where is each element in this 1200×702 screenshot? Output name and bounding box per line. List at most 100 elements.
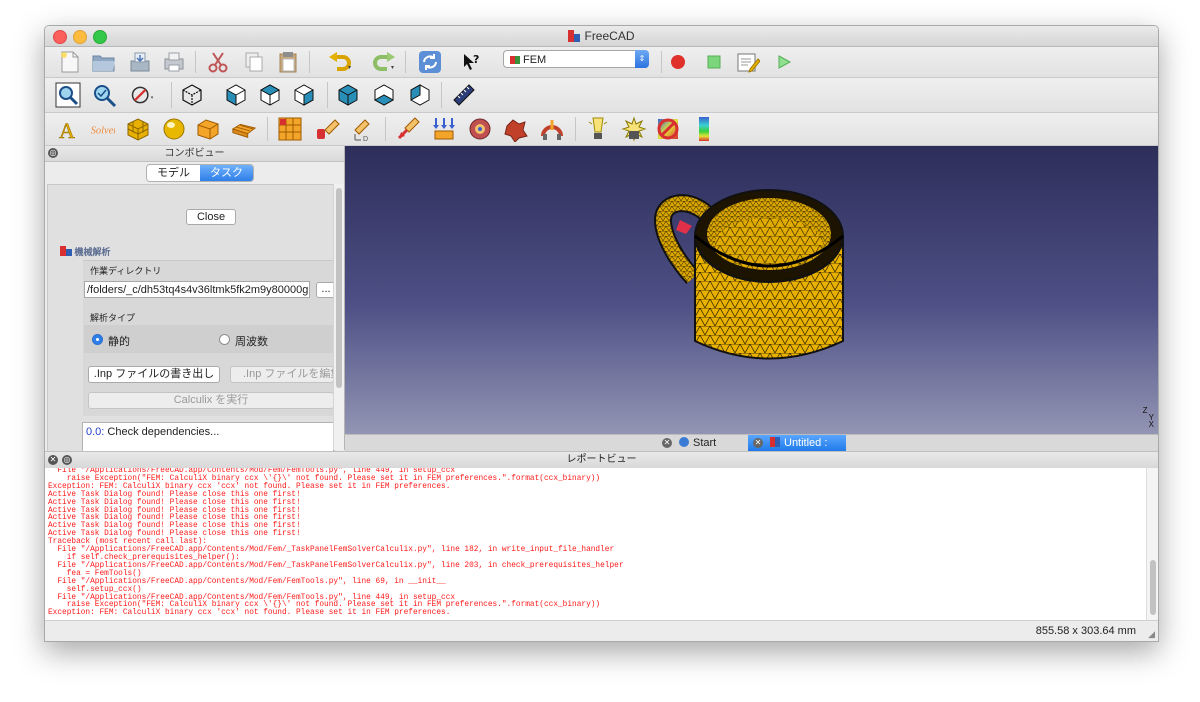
log-message: Check dependencies... bbox=[107, 426, 220, 438]
combo-view-title-bar: ◎ コンボビュー bbox=[45, 146, 344, 162]
solver-log: 0.0: Check dependencies... bbox=[82, 422, 334, 451]
view-toolbar bbox=[45, 78, 1158, 113]
shell-thickness-icon[interactable] bbox=[161, 116, 187, 142]
isometric-view-icon[interactable] bbox=[179, 82, 205, 108]
fit-selection-icon[interactable] bbox=[91, 82, 117, 108]
copy-icon[interactable] bbox=[241, 49, 267, 75]
force-constraint-icon[interactable] bbox=[315, 116, 341, 142]
refresh-icon[interactable] bbox=[417, 49, 443, 75]
window-zoom-button[interactable] bbox=[93, 30, 107, 44]
report-view[interactable]: File "/Applications/FreeCAD.app/Contents… bbox=[45, 468, 1146, 620]
report-scroll-thumb[interactable] bbox=[1150, 560, 1156, 615]
pressure-constraint-icon[interactable] bbox=[395, 116, 421, 142]
fem-mesh-mug bbox=[653, 189, 844, 360]
report-log-text: File "/Applications/FreeCAD.app/Contents… bbox=[45, 468, 1146, 618]
workbench-selector[interactable]: FEM ⇕ bbox=[503, 50, 649, 68]
mesh-from-shape-icon[interactable] bbox=[125, 116, 151, 142]
close-tab-icon[interactable]: ✕ bbox=[662, 438, 672, 448]
pulley-constraint-icon[interactable] bbox=[503, 116, 529, 142]
analysis-title: 機械解析 bbox=[74, 247, 111, 257]
write-inp-button[interactable]: .Inp ファイルの書き出し bbox=[88, 366, 220, 383]
redo-icon[interactable] bbox=[371, 49, 397, 75]
report-line: Active Task Dialog found! Please close t… bbox=[48, 530, 301, 539]
report-line: File "/Applications/FreeCAD.app/Contents… bbox=[48, 577, 446, 586]
window-minimize-button[interactable] bbox=[73, 30, 87, 44]
document-tab-bar: ✕ Start page ✕ Untitled : 1* bbox=[345, 434, 1158, 465]
tab-model[interactable]: モデル bbox=[147, 165, 200, 181]
axis-indicator: Z Y X bbox=[1143, 407, 1154, 429]
beam-section-icon[interactable] bbox=[195, 116, 221, 142]
cut-icon[interactable] bbox=[205, 49, 231, 75]
fem-analysis-icon bbox=[60, 246, 72, 256]
open-folder-icon[interactable] bbox=[91, 49, 117, 75]
freecad-document-icon bbox=[770, 437, 780, 447]
combo-view-tabs: モデル タスク bbox=[146, 164, 254, 182]
close-tab-icon[interactable]: ✕ bbox=[753, 438, 763, 448]
gear-constraint-icon[interactable] bbox=[467, 116, 493, 142]
right-view-icon[interactable] bbox=[291, 82, 317, 108]
execute-macro-icon[interactable] bbox=[771, 49, 797, 75]
run-calculix-button[interactable]: Calculix を実行 bbox=[88, 392, 334, 409]
window-close-button[interactable] bbox=[53, 30, 67, 44]
solver-icon[interactable]: Solver bbox=[89, 116, 115, 142]
chevron-updown-icon: ⇕ bbox=[635, 50, 649, 68]
static-analysis-radio[interactable] bbox=[92, 334, 103, 345]
edit-inp-button[interactable]: .Inp ファイルを編集 bbox=[230, 366, 334, 383]
tab-task[interactable]: タスク bbox=[200, 165, 253, 181]
show-result-icon[interactable] bbox=[585, 116, 611, 142]
purge-results-icon[interactable] bbox=[621, 116, 647, 142]
left-view-icon[interactable] bbox=[407, 82, 433, 108]
task-panel-scroll-thumb[interactable] bbox=[336, 188, 342, 388]
fixed-constraint-icon[interactable] bbox=[277, 116, 303, 142]
globe-icon bbox=[679, 437, 689, 447]
main-toolbar: ? FEM ⇕ bbox=[45, 47, 1158, 78]
report-view-title-bar: ✕ ◎ レポートビュー bbox=[45, 451, 1158, 469]
task-panel-scrollbar[interactable] bbox=[333, 184, 344, 450]
whats-this-icon[interactable]: ? bbox=[459, 49, 485, 75]
frequency-analysis-radio[interactable] bbox=[219, 334, 230, 345]
fit-all-icon[interactable] bbox=[55, 82, 81, 108]
combo-view-title: コンボビュー bbox=[164, 148, 225, 159]
3d-viewport[interactable]: Z Y X bbox=[345, 146, 1158, 434]
float-panel-icon[interactable]: ◎ bbox=[48, 148, 58, 158]
report-view-title: レポートビュー bbox=[566, 454, 637, 465]
svg-text:A: A bbox=[59, 118, 75, 142]
new-document-icon[interactable] bbox=[57, 49, 83, 75]
resize-grip-icon[interactable]: ◢ bbox=[1148, 629, 1155, 640]
float-panel-icon[interactable]: ◎ bbox=[62, 455, 72, 465]
static-analysis-label: 静的 bbox=[108, 336, 130, 348]
freecad-window: FreeCAD ? FEM ⇕ A Solver D ◎ コンボビュー モデル … bbox=[44, 25, 1159, 642]
bottom-view-icon[interactable] bbox=[371, 82, 397, 108]
axis-x-label: X bbox=[1148, 420, 1154, 429]
rear-view-icon[interactable] bbox=[335, 82, 361, 108]
working-directory-field[interactable]: /folders/_c/dh53tq4s4v36ltmk5fk2m9y80000… bbox=[84, 281, 310, 298]
paste-icon[interactable] bbox=[275, 49, 301, 75]
analysis-container-icon[interactable]: A bbox=[55, 116, 81, 142]
measure-distance-icon[interactable] bbox=[451, 82, 477, 108]
tab-untitled[interactable]: ✕ Untitled : 1* bbox=[748, 435, 846, 465]
material-icon[interactable] bbox=[231, 116, 257, 142]
clear-results-icon[interactable] bbox=[655, 116, 681, 142]
analysis-header: 機械解析 bbox=[60, 245, 111, 258]
workbench-selector-value: FEM bbox=[523, 54, 547, 66]
transform-constraint-icon[interactable] bbox=[539, 116, 565, 142]
print-icon[interactable] bbox=[161, 49, 187, 75]
status-bar: 855.58 x 303.64 mm ◢ bbox=[45, 620, 1158, 641]
combo-view-panel: ◎ コンボビュー モデル タスク Close 機械解析 作業ディレクトリ /fo… bbox=[45, 146, 345, 452]
stop-macro-icon[interactable] bbox=[701, 49, 727, 75]
front-view-icon[interactable] bbox=[223, 82, 249, 108]
record-macro-icon[interactable] bbox=[665, 49, 691, 75]
tab-start-page[interactable]: ✕ Start page bbox=[657, 435, 747, 465]
draw-style-icon[interactable] bbox=[131, 82, 157, 108]
undo-icon[interactable] bbox=[327, 49, 353, 75]
report-view-scrollbar[interactable] bbox=[1146, 468, 1158, 620]
displacement-constraint-icon[interactable]: D bbox=[349, 116, 375, 142]
save-icon[interactable] bbox=[127, 49, 153, 75]
close-button[interactable]: Close bbox=[186, 209, 236, 225]
bearing-constraint-icon[interactable] bbox=[431, 116, 457, 142]
close-panel-icon[interactable]: ✕ bbox=[48, 455, 58, 465]
color-scale-icon[interactable] bbox=[691, 116, 717, 142]
log-time: 0.0: bbox=[86, 426, 105, 438]
top-view-icon[interactable] bbox=[257, 82, 283, 108]
edit-macro-icon[interactable] bbox=[735, 49, 761, 75]
